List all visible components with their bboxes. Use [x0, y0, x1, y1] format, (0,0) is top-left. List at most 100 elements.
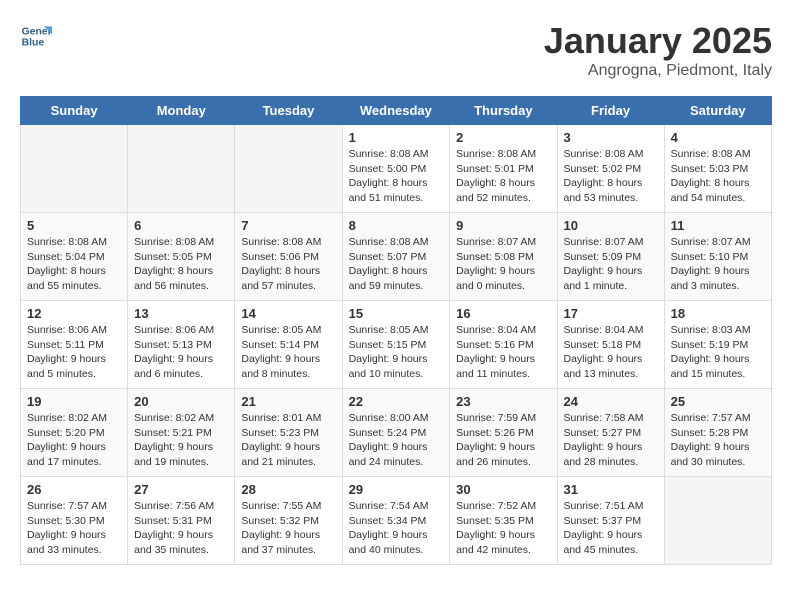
day-info: Sunrise: 7:54 AM Sunset: 5:34 PM Dayligh…: [349, 499, 444, 558]
day-info: Sunrise: 8:02 AM Sunset: 5:21 PM Dayligh…: [134, 411, 228, 470]
day-info: Sunrise: 8:07 AM Sunset: 5:10 PM Dayligh…: [671, 235, 765, 294]
weekday-header-sunday: Sunday: [21, 97, 128, 125]
calendar-week-row: 12 Sunrise: 8:06 AM Sunset: 5:11 PM Dayli…: [21, 301, 772, 389]
day-number: 8: [349, 218, 444, 233]
calendar-cell: 16 Sunrise: 8:04 AM Sunset: 5:16 PM Dayli…: [450, 301, 557, 389]
svg-text:Blue: Blue: [22, 38, 45, 49]
calendar-cell: [128, 125, 235, 213]
weekday-header-thursday: Thursday: [450, 97, 557, 125]
day-number: 25: [671, 394, 765, 409]
day-info: Sunrise: 8:05 AM Sunset: 5:15 PM Dayligh…: [349, 323, 444, 382]
day-info: Sunrise: 8:08 AM Sunset: 5:01 PM Dayligh…: [456, 147, 550, 206]
calendar-cell: 24 Sunrise: 7:58 AM Sunset: 5:27 PM Dayli…: [557, 389, 664, 477]
day-number: 13: [134, 306, 228, 321]
calendar-cell: 22 Sunrise: 8:00 AM Sunset: 5:24 PM Dayli…: [342, 389, 450, 477]
day-info: Sunrise: 8:04 AM Sunset: 5:16 PM Dayligh…: [456, 323, 550, 382]
day-info: Sunrise: 7:51 AM Sunset: 5:37 PM Dayligh…: [564, 499, 658, 558]
calendar-cell: 17Sunrise: 8:04 AM Sunset: 5:18 PM Dayli…: [557, 301, 664, 389]
day-number: 6: [134, 218, 228, 233]
day-number: 18: [671, 306, 765, 321]
day-number: 9: [456, 218, 550, 233]
calendar-week-row: 5 Sunrise: 8:08 AM Sunset: 5:04 PM Daylig…: [21, 213, 772, 301]
day-info: Sunrise: 7:58 AM Sunset: 5:27 PM Dayligh…: [564, 411, 658, 470]
day-info: Sunrise: 8:08 AM Sunset: 5:02 PM Dayligh…: [564, 147, 658, 206]
day-number: 22: [349, 394, 444, 409]
calendar-week-row: 1 Sunrise: 8:08 AM Sunset: 5:00 PM Daylig…: [21, 125, 772, 213]
weekday-header-wednesday: Wednesday: [342, 97, 450, 125]
day-info: Sunrise: 8:02 AM Sunset: 5:20 PM Dayligh…: [27, 411, 121, 470]
day-info: Sunrise: 7:59 AM Sunset: 5:26 PM Dayligh…: [456, 411, 550, 470]
weekday-header-friday: Friday: [557, 97, 664, 125]
calendar-cell: 29 Sunrise: 7:54 AM Sunset: 5:34 PM Dayli…: [342, 477, 450, 565]
calendar-cell: 14Sunrise: 8:05 AM Sunset: 5:14 PM Dayli…: [235, 301, 342, 389]
calendar-cell: 6 Sunrise: 8:08 AM Sunset: 5:05 PM Daylig…: [128, 213, 235, 301]
day-number: 24: [564, 394, 658, 409]
logo-icon: General Blue: [20, 20, 52, 52]
page-header: General Blue January 2025 Angrogna, Pied…: [20, 20, 772, 80]
calendar-cell: 30 Sunrise: 7:52 AM Sunset: 5:35 PM Dayli…: [450, 477, 557, 565]
day-number: 27: [134, 482, 228, 497]
day-number: 1: [349, 130, 444, 145]
location-subtitle: Angrogna, Piedmont, Italy: [544, 62, 772, 80]
calendar-cell: 19 Sunrise: 8:02 AM Sunset: 5:20 PM Dayli…: [21, 389, 128, 477]
day-number: 16: [456, 306, 550, 321]
day-info: Sunrise: 8:08 AM Sunset: 5:05 PM Dayligh…: [134, 235, 228, 294]
day-number: 26: [27, 482, 121, 497]
day-number: 12: [27, 306, 121, 321]
day-info: Sunrise: 8:08 AM Sunset: 5:07 PM Dayligh…: [349, 235, 444, 294]
day-number: 14: [241, 306, 335, 321]
day-info: Sunrise: 8:00 AM Sunset: 5:24 PM Dayligh…: [349, 411, 444, 470]
calendar-cell: 23Sunrise: 7:59 AM Sunset: 5:26 PM Dayli…: [450, 389, 557, 477]
day-info: Sunrise: 7:57 AM Sunset: 5:30 PM Dayligh…: [27, 499, 121, 558]
calendar-cell: 15 Sunrise: 8:05 AM Sunset: 5:15 PM Dayli…: [342, 301, 450, 389]
calendar-cell: 21 Sunrise: 8:01 AM Sunset: 5:23 PM Dayli…: [235, 389, 342, 477]
weekday-header-row: SundayMondayTuesdayWednesdayThursdayFrid…: [21, 97, 772, 125]
day-number: 20: [134, 394, 228, 409]
calendar-cell: 12 Sunrise: 8:06 AM Sunset: 5:11 PM Dayli…: [21, 301, 128, 389]
day-number: 2: [456, 130, 550, 145]
calendar-cell: 13 Sunrise: 8:06 AM Sunset: 5:13 PM Dayli…: [128, 301, 235, 389]
weekday-header-monday: Monday: [128, 97, 235, 125]
day-info: Sunrise: 7:55 AM Sunset: 5:32 PM Dayligh…: [241, 499, 335, 558]
calendar-cell: 28 Sunrise: 7:55 AM Sunset: 5:32 PM Dayli…: [235, 477, 342, 565]
day-number: 15: [349, 306, 444, 321]
calendar-week-row: 26 Sunrise: 7:57 AM Sunset: 5:30 PM Dayli…: [21, 477, 772, 565]
calendar-cell: [21, 125, 128, 213]
day-info: Sunrise: 8:06 AM Sunset: 5:11 PM Dayligh…: [27, 323, 121, 382]
day-number: 29: [349, 482, 444, 497]
calendar-cell: 31Sunrise: 7:51 AM Sunset: 5:37 PM Dayli…: [557, 477, 664, 565]
day-number: 28: [241, 482, 335, 497]
calendar-cell: [664, 477, 771, 565]
day-info: Sunrise: 7:57 AM Sunset: 5:28 PM Dayligh…: [671, 411, 765, 470]
day-info: Sunrise: 8:06 AM Sunset: 5:13 PM Dayligh…: [134, 323, 228, 382]
calendar-cell: [235, 125, 342, 213]
calendar-cell: 1 Sunrise: 8:08 AM Sunset: 5:00 PM Daylig…: [342, 125, 450, 213]
day-info: Sunrise: 7:52 AM Sunset: 5:35 PM Dayligh…: [456, 499, 550, 558]
calendar-cell: 4Sunrise: 8:08 AM Sunset: 5:03 PM Daylig…: [664, 125, 771, 213]
calendar-cell: 25 Sunrise: 7:57 AM Sunset: 5:28 PM Dayli…: [664, 389, 771, 477]
day-number: 21: [241, 394, 335, 409]
day-number: 5: [27, 218, 121, 233]
calendar-cell: 3Sunrise: 8:08 AM Sunset: 5:02 PM Daylig…: [557, 125, 664, 213]
calendar-cell: 7 Sunrise: 8:08 AM Sunset: 5:06 PM Daylig…: [235, 213, 342, 301]
logo: General Blue: [20, 20, 52, 52]
calendar-cell: 9Sunrise: 8:07 AM Sunset: 5:08 PM Daylig…: [450, 213, 557, 301]
calendar-cell: 10Sunrise: 8:07 AM Sunset: 5:09 PM Dayli…: [557, 213, 664, 301]
day-info: Sunrise: 8:01 AM Sunset: 5:23 PM Dayligh…: [241, 411, 335, 470]
calendar-cell: 11Sunrise: 8:07 AM Sunset: 5:10 PM Dayli…: [664, 213, 771, 301]
calendar-title-area: January 2025 Angrogna, Piedmont, Italy: [544, 20, 772, 80]
day-number: 10: [564, 218, 658, 233]
day-info: Sunrise: 8:08 AM Sunset: 5:04 PM Dayligh…: [27, 235, 121, 294]
day-info: Sunrise: 8:08 AM Sunset: 5:03 PM Dayligh…: [671, 147, 765, 206]
calendar-cell: 26 Sunrise: 7:57 AM Sunset: 5:30 PM Dayli…: [21, 477, 128, 565]
calendar-table: SundayMondayTuesdayWednesdayThursdayFrid…: [20, 96, 772, 565]
day-info: Sunrise: 8:08 AM Sunset: 5:00 PM Dayligh…: [349, 147, 444, 206]
day-info: Sunrise: 8:08 AM Sunset: 5:06 PM Dayligh…: [241, 235, 335, 294]
calendar-cell: 2 Sunrise: 8:08 AM Sunset: 5:01 PM Daylig…: [450, 125, 557, 213]
calendar-cell: 20 Sunrise: 8:02 AM Sunset: 5:21 PM Dayli…: [128, 389, 235, 477]
day-number: 7: [241, 218, 335, 233]
day-number: 19: [27, 394, 121, 409]
day-number: 30: [456, 482, 550, 497]
month-title: January 2025: [544, 20, 772, 62]
day-info: Sunrise: 8:04 AM Sunset: 5:18 PM Dayligh…: [564, 323, 658, 382]
